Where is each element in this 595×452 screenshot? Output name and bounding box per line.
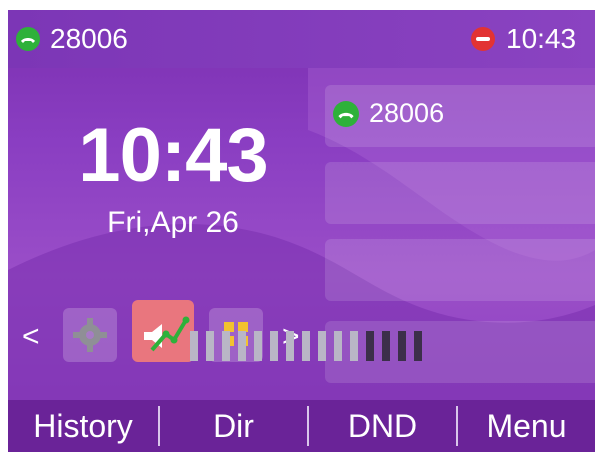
dnd-icon	[471, 27, 495, 51]
handset-icon	[333, 101, 359, 127]
directory-softkey[interactable]: Dir	[160, 400, 307, 452]
volume-segment	[286, 331, 294, 361]
volume-segment	[302, 331, 310, 361]
line-key-2[interactable]	[325, 162, 595, 224]
idle-clock: 10:43	[78, 113, 268, 198]
gear-icon	[73, 318, 107, 352]
status-bar: 28006 10:43	[8, 10, 595, 68]
status-line-number: 28006	[50, 23, 128, 54]
previous-arrow[interactable]: <	[22, 320, 40, 354]
history-softkey[interactable]: History	[8, 400, 158, 452]
settings-app[interactable]	[63, 308, 117, 362]
volume-app[interactable]	[132, 300, 194, 362]
volume-segment	[334, 331, 342, 361]
speaker-icon	[144, 316, 190, 352]
dnd-softkey[interactable]: DND	[309, 400, 456, 452]
softkey-bar: History Dir DND Menu	[8, 400, 595, 452]
volume-segment	[270, 331, 278, 361]
volume-segment	[206, 331, 214, 361]
volume-segment	[238, 331, 246, 361]
line-key-1[interactable]: 28006	[325, 85, 595, 147]
status-time: 10:43	[506, 23, 577, 54]
phone-screen: 28006 10:43 10:43 Fri,Apr 26 28006 < His…	[8, 10, 595, 452]
idle-date: Fri,Apr 26	[107, 206, 239, 239]
handset-icon	[16, 27, 40, 51]
volume-segment	[190, 331, 198, 361]
line-key-3[interactable]	[325, 239, 595, 301]
volume-segment	[414, 331, 422, 361]
menu-softkey[interactable]: Menu	[458, 400, 595, 452]
volume-segment	[318, 331, 326, 361]
volume-segment	[222, 331, 230, 361]
volume-segment	[398, 331, 406, 361]
line-key-label: 28006	[369, 98, 445, 128]
volume-segment	[254, 331, 262, 361]
volume-segment	[382, 331, 390, 361]
volume-segment	[366, 331, 374, 361]
volume-segment	[350, 331, 358, 361]
